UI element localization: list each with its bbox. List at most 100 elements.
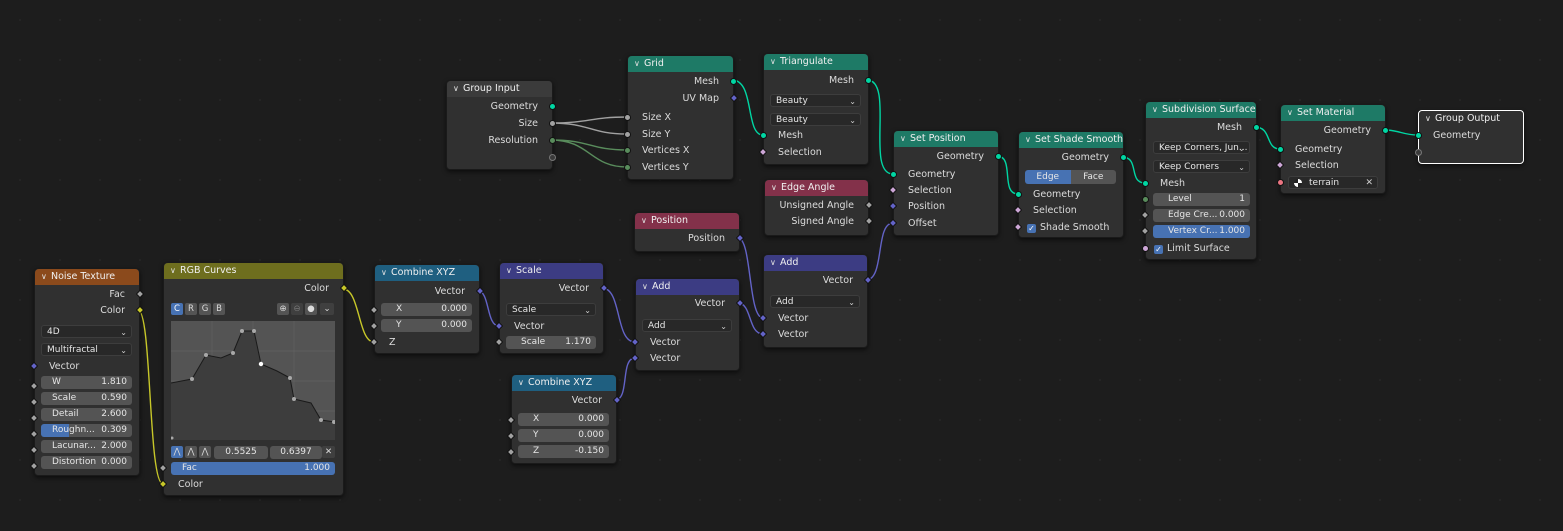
- node-header[interactable]: ∨ Set Position: [894, 131, 998, 147]
- geometry-socket[interactable]: [549, 103, 556, 110]
- collapse-chevron-icon[interactable]: ∨: [453, 81, 463, 97]
- edge-angle-node[interactable]: ∨ Edge Angle Unsigned Angle Signed Angle: [764, 179, 874, 236]
- limit-surface-checkbox[interactable]: ✓ Limit Surface: [1142, 242, 1256, 256]
- quad-method-dropdown[interactable]: Beauty ⌄: [770, 94, 861, 107]
- node-header[interactable]: ∨ Noise Texture: [35, 269, 139, 285]
- vertex-crease-field[interactable]: Vertex Cr... 1.000: [1153, 225, 1250, 238]
- y-socket[interactable]: [369, 321, 379, 331]
- vector-socket[interactable]: [630, 337, 640, 347]
- checkmark-icon[interactable]: ✓: [1154, 245, 1163, 254]
- limit-surface-socket[interactable]: [1142, 245, 1149, 252]
- collapse-chevron-icon[interactable]: ∨: [770, 54, 780, 70]
- collapse-chevron-icon[interactable]: ∨: [1425, 111, 1435, 127]
- combine-xyz-node-2[interactable]: ∨ Combine XYZ Vector X 0.000 Y 0.000 Z -0.15…: [506, 374, 622, 464]
- collapse-chevron-icon[interactable]: ∨: [381, 265, 391, 281]
- collapse-chevron-icon[interactable]: ∨: [506, 263, 516, 279]
- node-header[interactable]: ∨ Scale: [500, 263, 603, 279]
- dimensions-dropdown[interactable]: 4D ⌄: [41, 325, 132, 338]
- scale-field[interactable]: Scale 1.170: [506, 336, 596, 349]
- set-shade-smooth-node[interactable]: ∨ Set Shade Smooth Geometry Edge Face Geo…: [1013, 131, 1127, 238]
- curve-graph[interactable]: [171, 321, 335, 440]
- signed-angle-socket[interactable]: [864, 216, 874, 226]
- edge-crease-field[interactable]: Edge Cre... 0.000: [1153, 209, 1250, 222]
- collapse-chevron-icon[interactable]: ∨: [1287, 105, 1297, 121]
- collapse-chevron-icon[interactable]: ∨: [170, 263, 180, 279]
- node-header[interactable]: ∨ Group Output: [1419, 111, 1523, 127]
- node-header[interactable]: ∨ Set Shade Smooth: [1019, 132, 1123, 148]
- fac-socket[interactable]: [135, 289, 145, 299]
- scale-socket[interactable]: [494, 337, 504, 347]
- vector-handle-icon[interactable]: ⋀: [185, 446, 197, 458]
- zoom-in-icon[interactable]: ⊕: [277, 303, 289, 315]
- operation-dropdown[interactable]: Add ⌄: [770, 295, 860, 308]
- collapse-chevron-icon[interactable]: ∨: [900, 131, 910, 147]
- close-icon[interactable]: ✕: [1365, 177, 1373, 188]
- curve-menu-chevron-icon[interactable]: ⌄: [320, 303, 334, 315]
- set-position-node[interactable]: ∨ Set Position Geometry Geometry Selectio…: [888, 130, 1002, 236]
- shade-smooth-checkbox[interactable]: ✓ Shade Smooth: [1013, 221, 1123, 235]
- channel-g-tab[interactable]: G: [199, 303, 211, 315]
- x-socket[interactable]: [506, 415, 516, 425]
- node-header[interactable]: ∨ Group Input: [447, 81, 552, 97]
- empty-socket[interactable]: [1415, 149, 1422, 156]
- vertices-x-socket[interactable]: [624, 147, 631, 154]
- operation-dropdown[interactable]: Scale ⌄: [506, 303, 596, 316]
- fac-field[interactable]: Fac 1.000: [171, 462, 335, 475]
- node-header[interactable]: ∨ Position: [635, 213, 739, 229]
- selection-socket[interactable]: [1275, 160, 1285, 170]
- mesh-socket[interactable]: [1253, 124, 1260, 131]
- node-header[interactable]: ∨ Subdivision Surface: [1146, 102, 1256, 118]
- vector-socket[interactable]: [494, 321, 504, 331]
- vector-socket[interactable]: [599, 283, 609, 293]
- checkmark-icon[interactable]: ✓: [1027, 224, 1036, 233]
- material-socket[interactable]: [1277, 179, 1284, 186]
- channel-r-tab[interactable]: R: [185, 303, 197, 315]
- empty-socket[interactable]: [549, 154, 556, 161]
- scale-socket[interactable]: [29, 397, 39, 407]
- group-input-node[interactable]: ∨ Group Input Geometry Size Resolution: [446, 80, 556, 170]
- collapse-chevron-icon[interactable]: ∨: [641, 213, 651, 229]
- distortion-field[interactable]: Distortion 0.000: [41, 456, 132, 469]
- noise-type-dropdown[interactable]: Multifractal ⌄: [41, 343, 132, 356]
- combine-xyz-node-1[interactable]: ∨ Combine XYZ Vector X 0.000 Y 0.000 Z: [369, 264, 485, 354]
- geometry-socket[interactable]: [890, 171, 897, 178]
- size-y-socket[interactable]: [624, 131, 631, 138]
- noise-texture-node[interactable]: ∨ Noise Texture Fac Color 4D ⌄ Multifracta…: [29, 268, 145, 476]
- operation-dropdown[interactable]: Add ⌄: [642, 319, 732, 332]
- node-header[interactable]: ∨ Add: [636, 279, 739, 295]
- node-header[interactable]: ∨ Triangulate: [764, 54, 868, 70]
- domain-toggle[interactable]: Edge Face: [1025, 170, 1116, 184]
- position-socket[interactable]: [888, 201, 898, 211]
- uv-smooth-dropdown[interactable]: Keep Corners, Jun... ⌄: [1153, 141, 1250, 154]
- zoom-out-icon[interactable]: ⊖: [291, 303, 303, 315]
- size-socket[interactable]: [549, 120, 556, 127]
- grid-node[interactable]: ∨ Grid Mesh UV Map Size X Size Y Vertices…: [624, 55, 739, 180]
- selection-socket[interactable]: [1013, 205, 1023, 215]
- vector-socket[interactable]: [29, 361, 39, 371]
- w-field[interactable]: W 1.810: [41, 376, 132, 389]
- geometry-socket[interactable]: [1277, 146, 1284, 153]
- point-x-field[interactable]: 0.5525: [214, 446, 268, 459]
- node-header[interactable]: ∨ Combine XYZ: [512, 375, 616, 391]
- selection-socket[interactable]: [888, 185, 898, 195]
- vector-socket[interactable]: [630, 353, 640, 363]
- geometry-socket[interactable]: [1382, 127, 1389, 134]
- collapse-chevron-icon[interactable]: ∨: [634, 56, 644, 72]
- collapse-chevron-icon[interactable]: ∨: [771, 180, 781, 196]
- handle-type-icon[interactable]: ●: [305, 303, 317, 315]
- mesh-socket[interactable]: [865, 77, 872, 84]
- channel-c-tab[interactable]: C: [171, 303, 183, 315]
- vector-add-node-2[interactable]: ∨ Add Vector Add ⌄ Vector Vector: [758, 254, 873, 348]
- size-x-socket[interactable]: [624, 114, 631, 121]
- fac-socket[interactable]: [158, 463, 168, 473]
- triangulate-node[interactable]: ∨ Triangulate Mesh Beauty ⌄ Beauty ⌄ Mesh S…: [758, 53, 872, 165]
- x-field[interactable]: X 0.000: [518, 413, 609, 426]
- x-socket[interactable]: [369, 305, 379, 315]
- vector-socket[interactable]: [758, 313, 768, 323]
- node-header[interactable]: ∨ Combine XYZ: [375, 265, 479, 281]
- vector-socket[interactable]: [612, 395, 622, 405]
- material-selector[interactable]: terrain ✕: [1288, 176, 1378, 189]
- resolution-socket[interactable]: [549, 137, 556, 144]
- delete-point-icon[interactable]: ✕: [322, 446, 335, 458]
- vector-scale-node[interactable]: ∨ Scale Vector Scale ⌄ Vector Scale 1.170: [494, 262, 609, 354]
